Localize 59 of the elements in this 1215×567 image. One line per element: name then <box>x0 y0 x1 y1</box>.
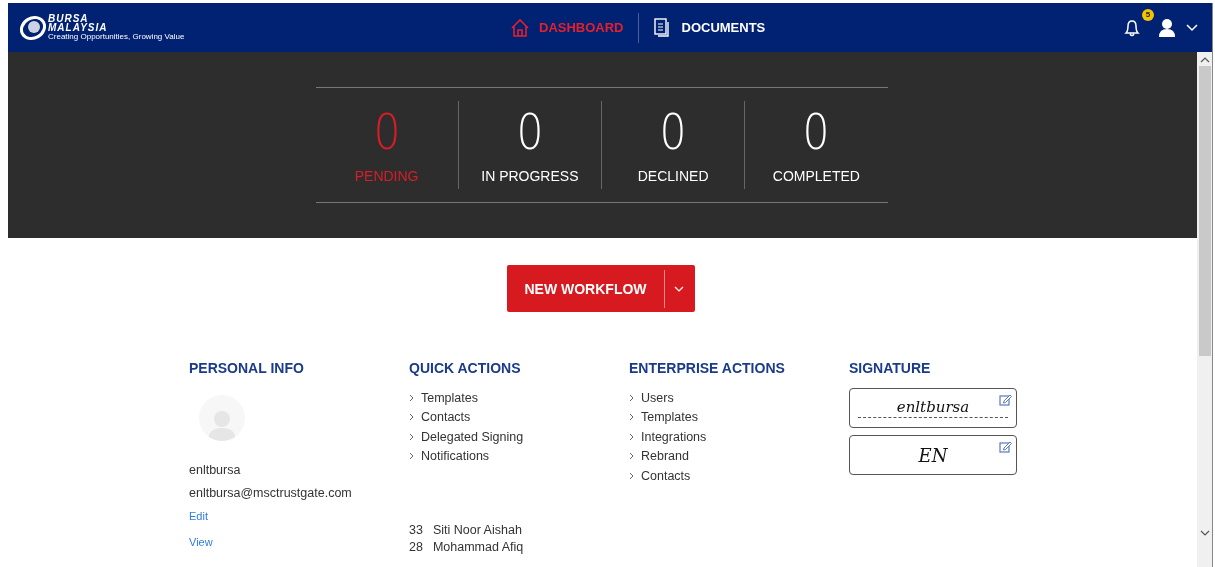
username: enltbursa <box>189 462 242 479</box>
stat-label: COMPLETED <box>772 168 860 184</box>
logo-tagline: Creating Opportunities, Growing Value <box>48 32 185 41</box>
user-icon <box>1158 17 1176 38</box>
chevron-right-icon <box>629 452 635 461</box>
bell-icon <box>1122 17 1142 38</box>
stat-label: DECLINED <box>637 168 709 184</box>
scroll-down-icon[interactable] <box>1199 529 1210 537</box>
profile-link[interactable]: View <box>189 536 213 548</box>
scroll-up-icon[interactable] <box>1199 56 1210 64</box>
section-title: SIGNATURE <box>849 360 932 376</box>
house-icon <box>510 17 530 38</box>
menu-link[interactable]: Notifications <box>409 446 629 466</box>
logo-text: BURSA <box>48 14 90 23</box>
chevron-down-icon <box>1186 23 1198 32</box>
name-text: Mohammad Afiq <box>432 540 524 556</box>
menu-link[interactable]: Delegated Signing <box>409 427 629 447</box>
chevron-right-icon <box>629 471 635 480</box>
section-title: QUICK ACTIONS <box>409 360 522 376</box>
count-text: 33 <box>409 523 423 539</box>
signature-text: EN <box>918 444 948 466</box>
stat-count: 0 <box>516 106 544 158</box>
chevron-right-icon <box>409 413 415 422</box>
chevron-right-icon <box>629 432 635 441</box>
menu-link[interactable]: Templates <box>409 388 629 408</box>
scrollbar[interactable] <box>1197 52 1212 567</box>
stat-count: 0 <box>659 106 687 158</box>
user-menu-button[interactable] <box>1158 17 1198 38</box>
chevron-right-icon <box>409 452 415 461</box>
nav-tab[interactable]: DOCUMENTS <box>638 12 780 43</box>
email-address: enltbursa@msctrustgate.com <box>189 485 353 502</box>
caret-icon[interactable] <box>674 285 684 292</box>
menu-link[interactable]: Users <box>629 388 849 408</box>
notification-badge: 5 <box>1142 8 1154 21</box>
chevron-right-icon <box>409 432 415 441</box>
scroll-thumb[interactable] <box>1198 66 1211 356</box>
stat-label: IN PROGRESS <box>481 168 579 184</box>
edit-icon[interactable] <box>999 440 1012 453</box>
notification-button[interactable] <box>1122 17 1142 38</box>
count-text: 28 <box>409 540 423 556</box>
section-title: PERSONAL INFO <box>189 360 305 376</box>
new-workflow-button[interactable]: NEW WORKFLOW <box>507 265 695 312</box>
menu-link[interactable]: Integrations <box>629 427 849 447</box>
name-text: Siti Noor Aishah <box>432 523 522 539</box>
stat-count: 0 <box>802 106 830 158</box>
section-title: ENTERPRISE ACTIONS <box>629 360 786 376</box>
edit-icon[interactable] <box>999 393 1012 406</box>
menu-link[interactable]: Contacts <box>409 407 629 427</box>
user-silhouette-icon <box>208 409 236 441</box>
chevron-right-icon <box>629 413 635 422</box>
stat-count: 0 <box>373 106 401 158</box>
chevron-right-icon <box>409 393 415 402</box>
chevron-right-icon <box>629 393 635 402</box>
menu-link[interactable]: Templates <box>629 407 849 427</box>
stat-label: PENDING <box>354 168 419 184</box>
logo-text: MALAYSIA <box>48 23 109 32</box>
profile-link[interactable]: Edit <box>189 510 208 522</box>
menu-link[interactable]: Rebrand <box>629 446 849 466</box>
menu-link[interactable]: Contacts <box>629 466 849 486</box>
